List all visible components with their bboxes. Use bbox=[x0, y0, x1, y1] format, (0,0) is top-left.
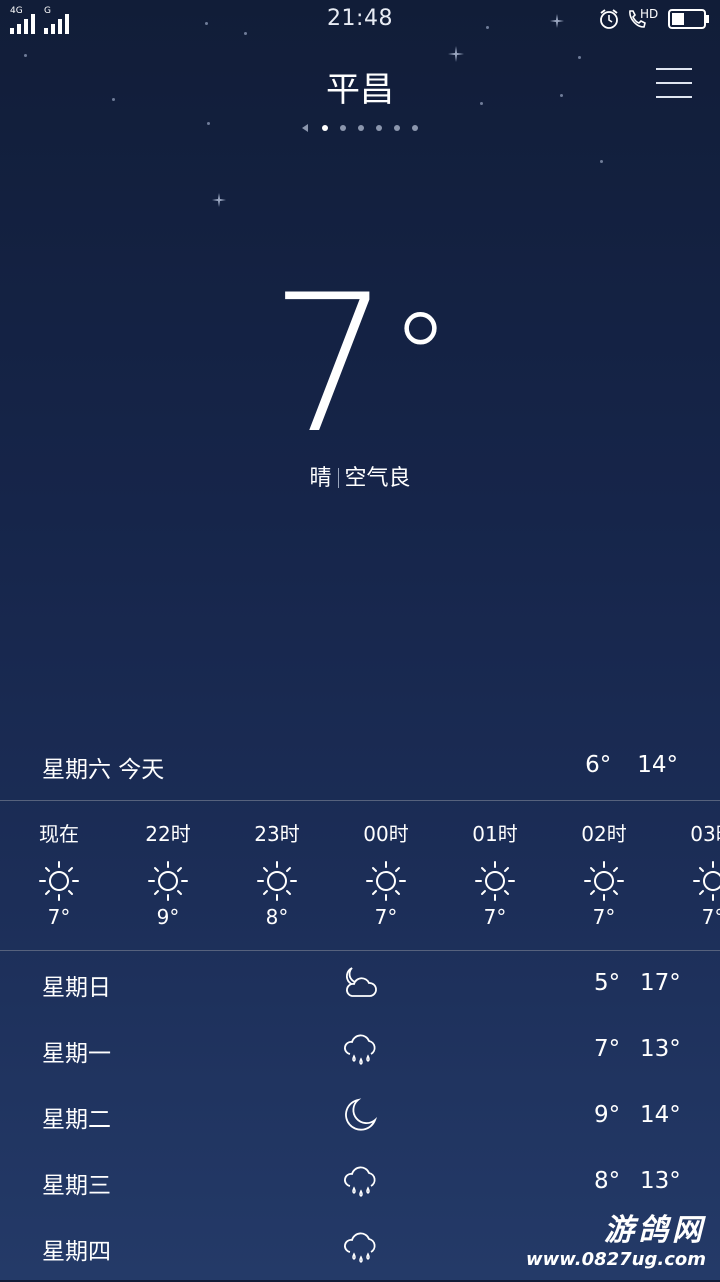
alarm-clock-icon bbox=[600, 9, 618, 29]
daily-row[interactable]: 星期二 9° 14° bbox=[0, 1084, 720, 1150]
page-dot bbox=[394, 125, 400, 131]
separator bbox=[337, 468, 339, 488]
sun-icon bbox=[584, 861, 624, 901]
sun-icon bbox=[366, 861, 406, 901]
hourly-item: 02时 7° bbox=[549, 818, 659, 929]
day-low: 8° bbox=[594, 1168, 621, 1194]
hourly-item: 22时 9° bbox=[113, 818, 223, 929]
hour-temp: 7° bbox=[592, 905, 616, 929]
sparkle-star-icon bbox=[212, 193, 226, 207]
day-high: 17° bbox=[640, 970, 681, 996]
hourly-forecast[interactable]: 现在 7° 22时 9° 23时 8° 00时 7° 01时 7° 02时 7°… bbox=[0, 818, 720, 938]
moon-icon bbox=[345, 1099, 376, 1131]
page-dot bbox=[412, 125, 418, 131]
sun-icon bbox=[693, 861, 720, 901]
hour-temp: 7° bbox=[701, 905, 720, 929]
day-low: 5° bbox=[594, 970, 621, 996]
today-high: 14° bbox=[637, 752, 678, 778]
hour-time: 23时 bbox=[254, 822, 300, 846]
day-name: 星期日 bbox=[42, 975, 111, 1001]
menu-line bbox=[656, 68, 692, 70]
day-low: 7° bbox=[594, 1036, 621, 1062]
divider bbox=[0, 950, 720, 951]
sun-icon bbox=[475, 861, 515, 901]
hour-temp: 7° bbox=[374, 905, 398, 929]
today-temp-range: 6° 14° bbox=[559, 752, 678, 778]
menu-line bbox=[656, 82, 692, 84]
air-quality[interactable]: 空气良 bbox=[345, 466, 411, 491]
weather-condition: 晴 bbox=[309, 466, 332, 491]
rain-cloud-icon bbox=[344, 1034, 376, 1065]
page-indicator[interactable] bbox=[0, 122, 720, 134]
watermark: 游鸽网 www.0827ug.com bbox=[526, 1205, 706, 1270]
page-dot-active bbox=[322, 125, 328, 131]
page-dot bbox=[340, 125, 346, 131]
hour-time: 02时 bbox=[581, 822, 627, 846]
current-temp-value: 7 bbox=[269, 254, 391, 475]
hour-temp: 8° bbox=[265, 905, 289, 929]
hour-temp: 7° bbox=[47, 905, 71, 929]
hour-time: 00时 bbox=[363, 822, 409, 846]
day-low: 9° bbox=[594, 1102, 621, 1128]
watermark-url: www.0827ug.com bbox=[526, 1249, 706, 1270]
hour-time: 现在 bbox=[39, 822, 79, 846]
hour-time: 01时 bbox=[472, 822, 518, 846]
hourly-item: 23时 8° bbox=[222, 818, 332, 929]
rain-cloud-icon bbox=[344, 1166, 376, 1197]
menu-button[interactable] bbox=[656, 68, 692, 102]
hour-temp: 7° bbox=[483, 905, 507, 929]
rain-cloud-icon bbox=[344, 1232, 376, 1263]
today-low: 6° bbox=[585, 752, 612, 778]
page-dot bbox=[376, 125, 382, 131]
divider bbox=[0, 800, 720, 801]
current-temperature: 7° bbox=[0, 270, 720, 460]
hourly-item: 03时 7° bbox=[658, 818, 720, 929]
hour-time: 03时 bbox=[690, 822, 720, 846]
day-high: 13° bbox=[640, 1036, 681, 1062]
hour-time: 22时 bbox=[145, 822, 191, 846]
day-name: 星期三 bbox=[42, 1173, 111, 1199]
hd-label: HD bbox=[640, 7, 659, 21]
current-condition: 晴空气良 bbox=[0, 460, 720, 492]
day-high: 13° bbox=[640, 1168, 681, 1194]
hourly-item: 01时 7° bbox=[440, 818, 550, 929]
menu-line bbox=[656, 96, 692, 98]
day-name: 星期二 bbox=[42, 1107, 111, 1133]
sun-icon bbox=[39, 861, 79, 901]
page-dot bbox=[358, 125, 364, 131]
sparkle-star-icon bbox=[448, 46, 464, 62]
sun-icon bbox=[257, 861, 297, 901]
hourly-item: 现在 7° bbox=[4, 818, 114, 929]
hour-temp: 9° bbox=[156, 905, 180, 929]
day-high: 14° bbox=[640, 1102, 681, 1128]
city-name[interactable]: 平昌 bbox=[0, 62, 720, 111]
watermark-title: 游鸽网 bbox=[604, 1213, 706, 1248]
hourly-item: 00时 7° bbox=[331, 818, 441, 929]
sun-icon bbox=[148, 861, 188, 901]
day-name: 星期四 bbox=[42, 1239, 111, 1265]
moon-cloud-icon bbox=[345, 967, 377, 997]
battery-icon bbox=[668, 9, 709, 29]
today-label: 星期六 今天 bbox=[42, 757, 165, 783]
status-bar: 4G G 21:48 HD bbox=[0, 0, 720, 40]
daily-row[interactable]: 星期一 7° 13° bbox=[0, 1018, 720, 1084]
day-name: 星期一 bbox=[42, 1041, 111, 1067]
location-arrow-icon bbox=[302, 124, 308, 132]
degree-symbol: ° bbox=[390, 289, 451, 428]
daily-row[interactable]: 星期日 5° 17° bbox=[0, 952, 720, 1018]
